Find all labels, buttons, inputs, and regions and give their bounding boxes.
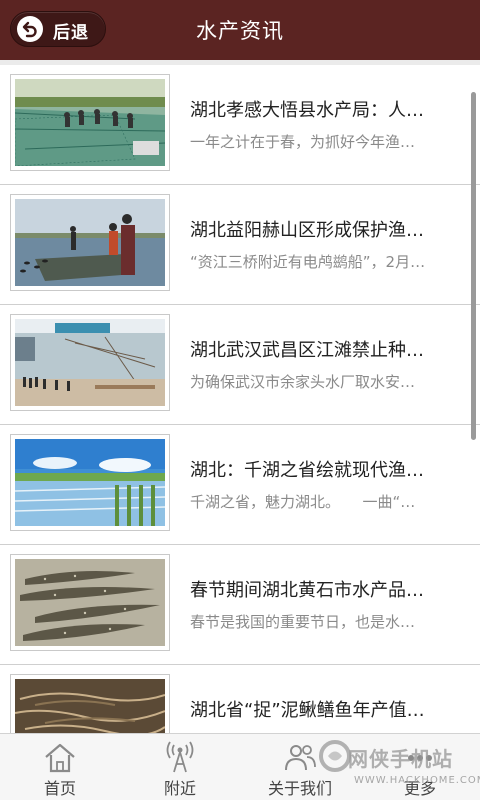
news-title[interactable]: 湖北孝感大悟县水产局：人… xyxy=(190,96,455,122)
news-thumbnail xyxy=(10,674,170,733)
news-summary: 一年之计在于春，为抓好今年渔… xyxy=(190,133,416,151)
news-title[interactable]: 湖北省“捉”泥鳅鳝鱼年产值… xyxy=(190,696,455,722)
news-thumbnail xyxy=(10,314,170,411)
news-item[interactable]: 春节期间湖北黄石市水产品… 春节是我国的重要节日，也是水… xyxy=(0,545,480,665)
bottom-tab-bar: 首页 附近 关于我们 更多 xyxy=(0,733,480,800)
news-item[interactable]: 湖北省“捉”泥鳅鳝鱼年产值… xyxy=(0,665,480,733)
tab-label: 首页 xyxy=(43,779,76,798)
news-thumbnail xyxy=(10,434,170,531)
news-item[interactable]: 湖北益阳赫山区形成保护渔… “资江三桥附近有电鸬鹚船”，2月… xyxy=(0,185,480,305)
news-list[interactable]: 湖北孝感大悟县水产局：人… 一年之计在于春，为抓好今年渔… 湖北益阳赫山区形成保… xyxy=(0,60,480,733)
tab-nearby[interactable]: 附近 xyxy=(120,734,240,800)
tab-more[interactable]: 更多 xyxy=(360,734,480,800)
tab-home[interactable]: 首页 xyxy=(0,734,120,800)
tab-label: 附近 xyxy=(163,779,196,798)
more-icon xyxy=(402,740,438,774)
tab-about-us[interactable]: 关于我们 xyxy=(240,734,360,800)
page-title: 水产资讯 xyxy=(196,19,284,43)
home-icon xyxy=(42,740,78,774)
news-title[interactable]: 春节期间湖北黄石市水产品… xyxy=(190,576,455,602)
news-thumbnail xyxy=(10,194,170,291)
signal-tower-icon xyxy=(162,740,198,774)
news-title[interactable]: 湖北益阳赫山区形成保护渔… xyxy=(190,216,455,242)
news-summary: 为确保武汉市余家头水厂取水安… xyxy=(190,373,416,391)
news-thumbnail xyxy=(10,554,170,651)
news-summary: 千湖之省，魅力湖北。 一曲“… xyxy=(190,493,416,511)
news-item[interactable]: 湖北武汉武昌区江滩禁止种… 为确保武汉市余家头水厂取水安… xyxy=(0,305,480,425)
news-thumbnail xyxy=(10,74,170,171)
news-title[interactable]: 湖北武汉武昌区江滩禁止种… xyxy=(190,336,455,362)
app-header: 后退 水产资讯 xyxy=(0,0,480,60)
news-summary: “资江三桥附近有电鸬鹚船”，2月… xyxy=(190,253,426,271)
news-item[interactable]: 湖北：千湖之省绘就现代渔… 千湖之省，魅力湖北。 一曲“… xyxy=(0,425,480,545)
list-scrollbar[interactable] xyxy=(471,92,476,440)
users-icon xyxy=(282,740,318,774)
tab-label: 更多 xyxy=(403,779,436,798)
news-summary: 春节是我国的重要节日，也是水… xyxy=(190,613,416,631)
tab-label: 关于我们 xyxy=(267,779,332,798)
news-item[interactable]: 湖北孝感大悟县水产局：人… 一年之计在于春，为抓好今年渔… xyxy=(0,65,480,185)
news-title[interactable]: 湖北：千湖之省绘就现代渔… xyxy=(190,456,455,482)
